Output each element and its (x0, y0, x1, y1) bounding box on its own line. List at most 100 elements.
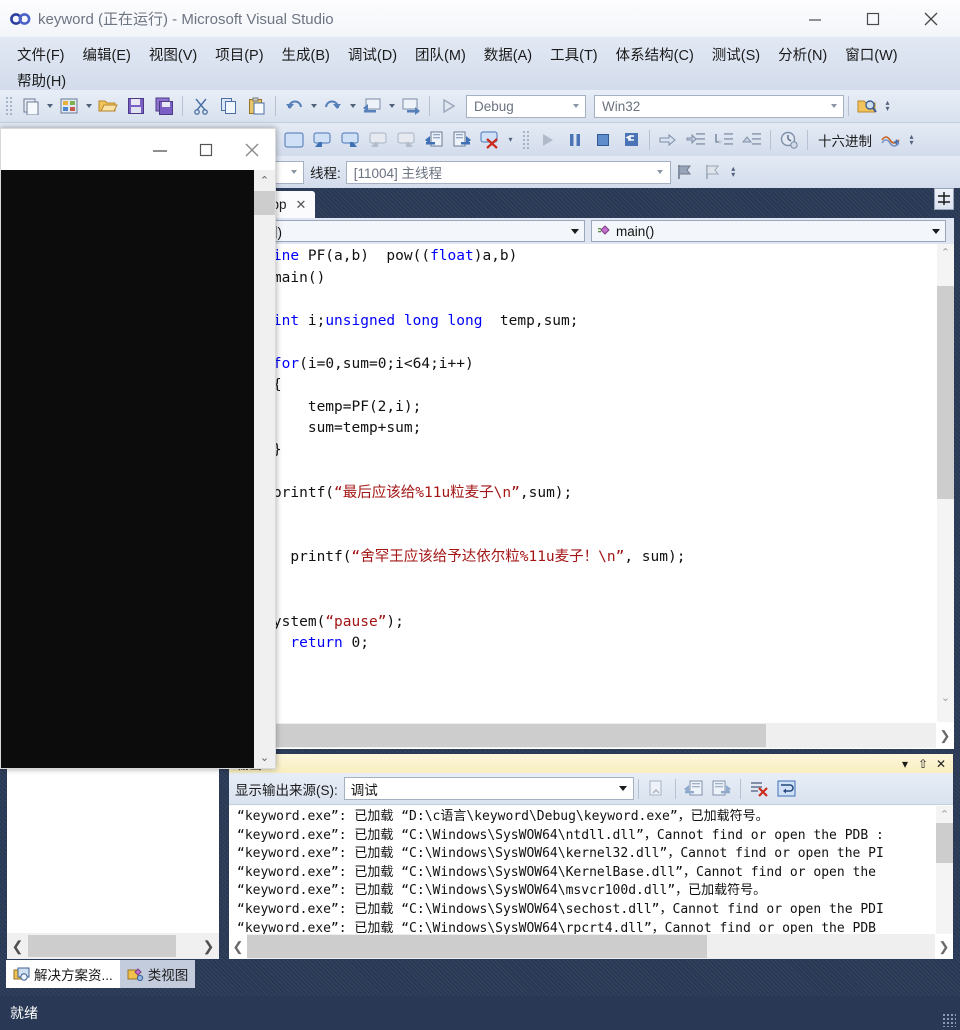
new-item-dropdown-icon[interactable] (44, 95, 55, 117)
window-icon[interactable] (281, 128, 307, 152)
editor-horizontal-scrollbar[interactable]: ❮ ❯ (228, 722, 954, 749)
undo-icon[interactable] (281, 94, 307, 118)
minimize-button[interactable] (786, 0, 844, 37)
toolbar-grip[interactable] (522, 129, 530, 150)
solution-configuration-combo[interactable]: Debug (466, 94, 586, 118)
chevron-down-icon[interactable]: ⌄ (937, 689, 954, 706)
chevron-down-icon[interactable] (568, 229, 582, 234)
vscroll-thumb[interactable] (936, 823, 953, 863)
chevron-up-icon[interactable]: ⌃ (254, 170, 275, 191)
editor-split-control[interactable] (934, 188, 954, 210)
menu-item-project[interactable]: 项目(P) (206, 42, 272, 67)
find-message-icon[interactable] (644, 777, 670, 801)
new-item-icon[interactable] (17, 94, 43, 118)
solution-platform-combo[interactable]: Win32 (594, 94, 844, 118)
toggle-word-wrap-icon[interactable] (774, 777, 800, 801)
chevron-up-icon[interactable]: ⌃ (936, 806, 953, 823)
menu-item-file[interactable]: 文件(F) (8, 42, 74, 67)
thread-combo[interactable]: [11004] 主线程 (345, 160, 671, 184)
hscroll-track[interactable] (268, 723, 936, 748)
chevron-right-icon[interactable]: ❯ (936, 723, 954, 748)
source-code[interactable]: #define PF(a,b) pow((float)a,b) int main(… (238, 246, 928, 676)
chevron-up-icon[interactable]: ⌃ (937, 244, 954, 261)
open-file-icon[interactable] (95, 94, 121, 118)
add-new-item-icon[interactable] (56, 94, 82, 118)
chevron-right-icon[interactable]: ❯ (935, 934, 953, 959)
editor-vertical-scrollbar[interactable]: ⌃ ⌄ (937, 244, 954, 722)
toolbar-overflow-button[interactable]: ▴ ▾ (881, 94, 894, 118)
go-to-next-icon[interactable] (709, 777, 735, 801)
toolbar-grip[interactable] (5, 96, 13, 116)
close-icon[interactable]: ✕ (296, 197, 307, 213)
output-vertical-scrollbar[interactable]: ⌃ (936, 806, 953, 934)
add-new-item-dropdown-icon[interactable] (83, 95, 94, 117)
menu-item-build[interactable]: 生成(B) (273, 42, 339, 67)
chevron-down-icon[interactable] (929, 229, 943, 234)
vscroll-thumb[interactable] (937, 286, 954, 499)
close-icon[interactable]: ✕ (932, 755, 950, 772)
console-output-area[interactable]: ⌃ ⌄ (1, 170, 275, 768)
chevron-left-icon[interactable]: ❮ (229, 934, 247, 959)
menu-item-tools[interactable]: 工具(T) (541, 42, 607, 67)
console-minimize-button[interactable] (137, 129, 183, 170)
continue-icon[interactable] (534, 128, 560, 152)
menu-item-debug[interactable]: 调试(D) (339, 42, 406, 67)
flag-icon[interactable] (672, 160, 698, 184)
prev-bookmark-folder-icon[interactable] (421, 128, 447, 152)
navigate-backward-icon[interactable] (359, 94, 385, 118)
prev-bookmark-icon[interactable] (365, 128, 391, 152)
menu-item-analyze[interactable]: 分析(N) (769, 42, 836, 67)
step-out-icon[interactable] (739, 128, 765, 152)
menu-item-help[interactable]: 帮助(H) (8, 68, 75, 93)
stop-debugging-icon[interactable] (590, 128, 616, 152)
threads-icon[interactable] (878, 128, 904, 152)
step-over-icon[interactable] (711, 128, 737, 152)
debug-toolbar-overflow-button[interactable]: ▴ ▾ (905, 128, 918, 152)
console-window[interactable]: ⌃ ⌄ (0, 128, 276, 769)
paste-icon[interactable] (244, 94, 270, 118)
restart-icon[interactable] (618, 128, 644, 152)
menu-item-test[interactable]: 测试(S) (703, 42, 769, 67)
solution-explorer-hscrollbar[interactable]: ❮ ❯ (7, 933, 219, 959)
save-all-icon[interactable] (151, 94, 177, 118)
menu-item-team[interactable]: 团队(M) (406, 42, 475, 67)
maximize-button[interactable] (844, 0, 902, 37)
output-text-area[interactable]: “keyword.exe”: 已加载 “D:\c语言\keyword\Debug… (229, 806, 953, 934)
chevron-down-icon[interactable] (568, 104, 583, 108)
navigate-backward-dropdown-icon[interactable] (386, 95, 397, 117)
bookmark-toolbar-overflow-button[interactable]: ▾ (504, 128, 517, 152)
chevron-down-icon[interactable]: ▾ (896, 755, 914, 772)
output-horizontal-scrollbar[interactable]: ❮ ❯ (229, 934, 953, 959)
redo-dropdown-icon[interactable] (347, 95, 358, 117)
chevron-left-icon[interactable]: ❮ (7, 933, 28, 959)
pin-icon[interactable]: ⇧ (914, 755, 932, 772)
menu-item-data[interactable]: 数据(A) (475, 42, 541, 67)
thread-toolbar-overflow-button[interactable]: ▴ ▾ (727, 160, 740, 184)
unflag-icon[interactable] (700, 160, 726, 184)
chevron-down-icon[interactable]: ⌄ (254, 747, 275, 768)
chevron-down-icon[interactable] (653, 170, 668, 174)
chevron-right-icon[interactable]: ❯ (198, 933, 219, 959)
member-combo[interactable]: main() (591, 220, 946, 242)
menu-item-window[interactable]: 窗口(W) (836, 42, 906, 67)
next-bookmark-folder-icon[interactable] (449, 128, 475, 152)
hscroll-thumb[interactable] (268, 724, 766, 747)
chevron-down-icon[interactable] (616, 786, 631, 791)
breakpoints-icon[interactable] (776, 128, 802, 152)
chevron-down-icon[interactable] (826, 104, 841, 108)
hex-display-label[interactable]: 十六进制 (818, 130, 872, 150)
next-bookmark-icon[interactable] (393, 128, 419, 152)
hscroll-track[interactable] (247, 934, 935, 959)
resize-grip-icon[interactable] (942, 1013, 956, 1027)
cut-icon[interactable] (188, 94, 214, 118)
console-maximize-button[interactable] (183, 129, 229, 170)
copy-icon[interactable] (216, 94, 242, 118)
show-next-statement-icon[interactable] (655, 128, 681, 152)
step-back-icon[interactable] (309, 128, 335, 152)
find-in-files-icon[interactable] (854, 94, 880, 118)
undo-dropdown-icon[interactable] (308, 95, 319, 117)
code-text-area[interactable]: #define PF(a,b) pow((float)a,b) int main(… (228, 244, 954, 722)
navigate-forward-icon[interactable] (398, 94, 424, 118)
menu-item-architecture[interactable]: 体系结构(C) (607, 42, 703, 67)
hscroll-thumb[interactable] (28, 935, 176, 957)
